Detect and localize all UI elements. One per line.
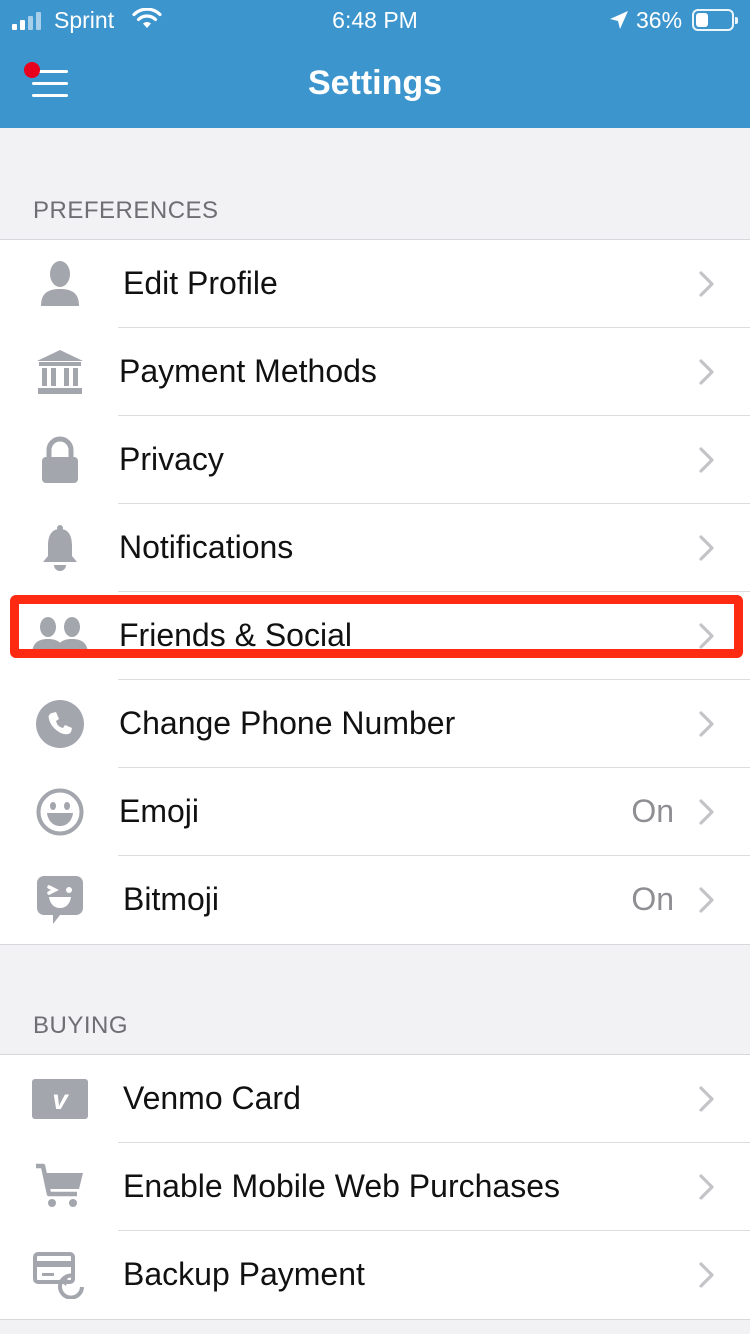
smiley-icon <box>30 788 90 836</box>
settings-row-bitmoji[interactable]: Bitmoji On <box>0 856 750 944</box>
chevron-right-icon <box>698 446 716 479</box>
status-bar: Sprint 6:48 PM 36% <box>0 0 750 40</box>
chevron-right-icon <box>698 622 716 655</box>
settings-row-backup-payment[interactable]: Backup Payment <box>0 1231 750 1319</box>
app-header: Sprint 6:48 PM 36% Settings <box>0 0 750 128</box>
settings-row-enable-mobile-web-purchases[interactable]: Enable Mobile Web Purchases <box>0 1143 750 1231</box>
chevron-right-icon <box>698 1173 716 1206</box>
settings-row-value: On <box>631 793 674 829</box>
chevron-right-icon <box>698 358 716 391</box>
settings-row-label: Emoji <box>119 793 200 829</box>
chevron-right-icon <box>698 798 716 831</box>
settings-row-label: Bitmoji <box>123 881 220 917</box>
cart-icon <box>30 1163 90 1211</box>
settings-row-notifications[interactable]: Notifications <box>0 504 750 592</box>
settings-row-value: On <box>631 881 674 917</box>
section-header-preferences: PREFERENCES <box>33 197 219 224</box>
settings-row-label: Venmo Card <box>123 1080 301 1116</box>
chevron-right-icon <box>698 886 716 919</box>
settings-row-payment-methods[interactable]: Payment Methods <box>0 328 750 416</box>
person-icon <box>30 260 90 308</box>
battery-percent: 36% <box>636 7 683 33</box>
section-header-buying: BUYING <box>33 1012 129 1039</box>
settings-row-edit-profile[interactable]: Edit Profile <box>0 240 750 328</box>
preferences-group: Edit Profile Payment Methods Privacy Notifi… <box>0 239 750 945</box>
settings-row-label: Enable Mobile Web Purchases <box>123 1168 560 1204</box>
settings-row-venmo-card[interactable]: v Venmo Card <box>0 1055 750 1143</box>
settings-row-label: Privacy <box>119 441 224 477</box>
venmo-card-icon: v <box>30 1075 90 1123</box>
svg-text:v: v <box>52 1084 69 1115</box>
battery-icon <box>692 9 738 31</box>
battery-level <box>696 13 708 27</box>
settings-row-privacy[interactable]: Privacy <box>0 416 750 504</box>
phone-icon <box>30 700 90 748</box>
settings-row-label: Payment Methods <box>119 353 377 389</box>
settings-row-emoji[interactable]: Emoji On <box>0 768 750 856</box>
backup-card-icon <box>30 1251 90 1299</box>
bank-icon <box>30 348 90 396</box>
settings-row-label: Friends & Social <box>119 617 352 653</box>
chevron-right-icon <box>698 710 716 743</box>
friends-icon <box>30 612 90 660</box>
chevron-right-icon <box>698 1085 716 1118</box>
bitmoji-icon <box>30 876 90 924</box>
lock-icon <box>30 436 90 484</box>
settings-row-friends-and-social[interactable]: Friends & Social <box>0 592 750 680</box>
buying-group: v Venmo Card Enable Mobile Web Purchases Ba… <box>0 1054 750 1320</box>
chevron-right-icon <box>698 1261 716 1294</box>
location-arrow-icon <box>610 11 628 29</box>
bell-icon <box>30 524 90 572</box>
settings-row-label: Backup Payment <box>123 1256 365 1292</box>
settings-row-label: Change Phone Number <box>119 705 456 741</box>
settings-row-label: Edit Profile <box>123 265 278 301</box>
chevron-right-icon <box>698 270 716 303</box>
settings-row-change-phone-number[interactable]: Change Phone Number <box>0 680 750 768</box>
page-title: Settings <box>307 64 443 102</box>
chevron-right-icon <box>698 534 716 567</box>
settings-row-label: Notifications <box>119 529 294 565</box>
